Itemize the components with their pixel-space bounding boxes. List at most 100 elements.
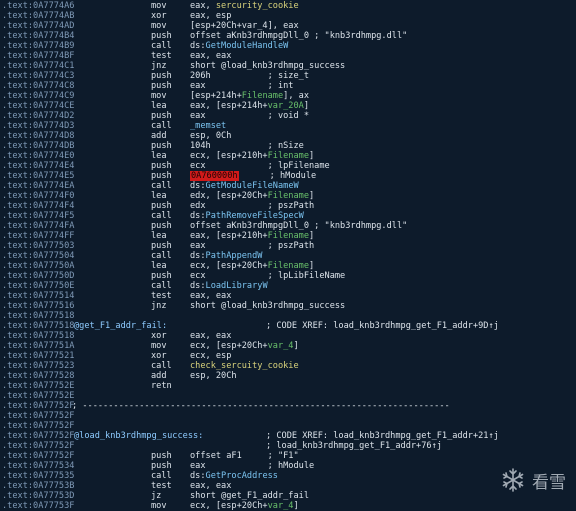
symbol-reference[interactable]: check_sercuity_cookie — [190, 361, 299, 371]
operands[interactable]: check_sercuity_cookie — [190, 361, 299, 371]
xref-comment[interactable]: ; CODE XREF: load_knb3rdhmpg_get_F1_addr… — [266, 431, 499, 441]
operands[interactable]: edx ; pszPath — [190, 201, 314, 211]
operands[interactable]: short @get_F1_addr_fail — [190, 491, 309, 501]
address[interactable]: .text:0A7774EA — [2, 181, 74, 191]
operands[interactable]: 0A760000h ; hModule — [190, 171, 316, 181]
address[interactable]: .text:0A77752F — [2, 411, 74, 421]
listing-line[interactable]: .text:0A777523 call check_sercuity_cookie — [0, 361, 576, 371]
operands[interactable]: edx, [esp+20Ch+Filename] — [190, 191, 314, 201]
address[interactable]: .text:0A7774C1 — [2, 61, 74, 71]
operands[interactable]: offset aKnb3rdhmpgDll_0 ; "knb3rdhmpg.dl… — [190, 31, 407, 41]
symbol-reference[interactable]: GetProcAddress — [206, 471, 278, 481]
address[interactable]: .text:0A777534 — [2, 461, 74, 471]
operands[interactable]: esp, 0Ch — [190, 131, 231, 141]
listing-line[interactable]: .text:0A7774C3 push 206h ; size_t — [0, 71, 576, 81]
symbol-reference[interactable]: PathAppendW — [206, 251, 263, 261]
address[interactable]: .text:0A7774D8 — [2, 131, 74, 141]
listing-line[interactable]: .text:0A77752F — [0, 421, 576, 431]
address[interactable]: .text:0A7774AD — [2, 21, 74, 31]
address[interactable]: .text:0A77753D — [2, 491, 74, 501]
listing-line[interactable]: .text:0A777516 jnz short @load_knb3rdhmpg_… — [0, 301, 576, 311]
address[interactable]: .text:0A77752F — [2, 441, 74, 451]
address[interactable]: .text:0A7774F5 — [2, 211, 74, 221]
operands[interactable]: ds:GetModuleFileNameW — [190, 181, 299, 191]
address[interactable]: .text:0A7774B4 — [2, 31, 74, 41]
operands[interactable]: ds:GetProcAddress — [190, 471, 278, 481]
symbol-reference[interactable]: PathRemoveFileSpecW — [206, 211, 304, 221]
address[interactable]: .text:0A77752F — [2, 401, 74, 411]
address[interactable]: .text:0A7774D3 — [2, 121, 74, 131]
address[interactable]: .text:0A77750E — [2, 281, 74, 291]
address[interactable]: .text:0A7774CE — [2, 101, 74, 111]
listing-line[interactable]: .text:0A7774CE lea eax, [esp+214h+var_20A] — [0, 101, 576, 111]
symbol-reference[interactable]: Filename — [242, 91, 283, 101]
operands[interactable]: ecx, [esp+210h+Filename] — [190, 151, 314, 161]
xref-comment[interactable]: ; CODE XREF: load_knb3rdhmpg_get_F1_addr… — [266, 321, 499, 331]
operands[interactable]: [esp+20Ch+var_4], eax — [190, 21, 299, 31]
operands[interactable]: eax, eax — [190, 51, 231, 61]
address[interactable]: .text:0A7774A6 — [2, 1, 74, 11]
address[interactable]: .text:0A777528 — [2, 371, 74, 381]
address[interactable]: .text:0A77752E — [2, 391, 74, 401]
operands[interactable]: ecx, [esp+20Ch+Filename] — [190, 261, 314, 271]
listing-line[interactable]: .text:0A777503 push eax ; pszPath — [0, 241, 576, 251]
address[interactable]: .text:0A777503 — [2, 241, 74, 251]
listing-line[interactable]: .text:0A7774B4 push offset aKnb3rdhmpgDll_… — [0, 31, 576, 41]
listing-line[interactable]: .text:0A7774FF lea eax, [esp+210h+Filename… — [0, 231, 576, 241]
operands[interactable]: _memset — [190, 121, 226, 131]
listing-line[interactable]: .text:0A77750A lea ecx, [esp+20Ch+Filename… — [0, 261, 576, 271]
operands[interactable]: ds:LoadLibraryW — [190, 281, 268, 291]
listing-line[interactable]: .text:0A777518 @get_F1_addr_fail: ; CODE X… — [0, 321, 576, 331]
address[interactable]: .text:0A777504 — [2, 251, 74, 261]
listing-line[interactable]: .text:0A7774AD mov [esp+20Ch+var_4], eax — [0, 21, 576, 31]
address[interactable]: .text:0A7774B9 — [2, 41, 74, 51]
address[interactable]: .text:0A7774E4 — [2, 161, 74, 171]
symbol-reference[interactable]: LoadLibraryW — [206, 281, 268, 291]
listing-line[interactable]: .text:0A7774B9 call ds:GetModuleHandleW — [0, 41, 576, 51]
listing-line[interactable]: .text:0A77752F ; load_knb3rdhmpg_get_F1_a… — [0, 441, 576, 451]
address[interactable]: .text:0A77753F — [2, 501, 74, 511]
address[interactable]: .text:0A77752F — [2, 431, 74, 441]
symbol-reference[interactable]: var_20A — [268, 101, 304, 111]
symbol-reference[interactable]: _memset — [190, 121, 226, 131]
listing-line[interactable]: .text:0A7774C1 jnz short @load_knb3rdhmpg_… — [0, 61, 576, 71]
listing-line[interactable]: .text:0A777514 test eax, eax — [0, 291, 576, 301]
listing-line[interactable]: .text:0A77751A mov ecx, [esp+20Ch+var_4] — [0, 341, 576, 351]
operands[interactable]: ecx, [esp+20Ch+var_4] — [190, 501, 299, 511]
operands[interactable]: eax, [esp+214h+var_20A] — [190, 101, 309, 111]
operands[interactable]: [esp+214h+Filename], ax — [190, 91, 309, 101]
address[interactable]: .text:0A777521 — [2, 351, 74, 361]
operands[interactable]: 104h ; nSize — [190, 141, 304, 151]
listing-line[interactable]: .text:0A777528 add esp, 20Ch — [0, 371, 576, 381]
code-label[interactable]: @load_knb3rdhmpg_success: — [74, 431, 203, 441]
operands[interactable]: eax ; hModule — [190, 461, 314, 471]
disassembly-listing[interactable]: .text:0A7774A6 mov eax, sercurity_cookie .t… — [0, 0, 576, 511]
address[interactable]: .text:0A777518 — [2, 311, 74, 321]
listing-line[interactable]: .text:0A77750E call ds:LoadLibraryW — [0, 281, 576, 291]
operands[interactable]: eax, esp — [190, 11, 231, 21]
highlighted-operand[interactable]: 0A760000h — [190, 171, 239, 181]
address[interactable]: .text:0A7774AB — [2, 11, 74, 21]
listing-line[interactable]: .text:0A7774FA push offset aKnb3rdhmpgDll_… — [0, 221, 576, 231]
address[interactable]: .text:0A7774FA — [2, 221, 74, 231]
address[interactable]: .text:0A777535 — [2, 471, 74, 481]
operands[interactable]: eax, eax — [190, 331, 231, 341]
listing-line[interactable]: .text:0A7774DB push 104h ; nSize — [0, 141, 576, 151]
address[interactable]: .text:0A77752F — [2, 451, 74, 461]
address[interactable]: .text:0A7774C3 — [2, 71, 74, 81]
code-label[interactable]: @get_F1_addr_fail: — [74, 321, 167, 331]
listing-line[interactable]: .text:0A7774F5 call ds:PathRemoveFileSpecW — [0, 211, 576, 221]
address[interactable]: .text:0A7774E5 — [2, 171, 74, 181]
operands[interactable]: eax, eax — [190, 481, 231, 491]
listing-line[interactable]: .text:0A77752F @load_knb3rdhmpg_success:;… — [0, 431, 576, 441]
address[interactable]: .text:0A77753B — [2, 481, 74, 491]
operands[interactable]: eax, [esp+210h+Filename] — [190, 231, 314, 241]
symbol-reference[interactable]: sercurity_cookie — [216, 1, 299, 11]
address[interactable]: .text:0A77750A — [2, 261, 74, 271]
xref-comment[interactable]: ; load_knb3rdhmpg_get_F1_addr+76↑j — [266, 441, 442, 451]
symbol-reference[interactable]: Filename — [268, 261, 309, 271]
operands[interactable]: ecx, [esp+20Ch+var_4] — [190, 341, 299, 351]
address[interactable]: .text:0A7774E0 — [2, 151, 74, 161]
operands[interactable]: eax ; pszPath — [190, 241, 314, 251]
operands[interactable]: esp, 20Ch — [190, 371, 237, 381]
